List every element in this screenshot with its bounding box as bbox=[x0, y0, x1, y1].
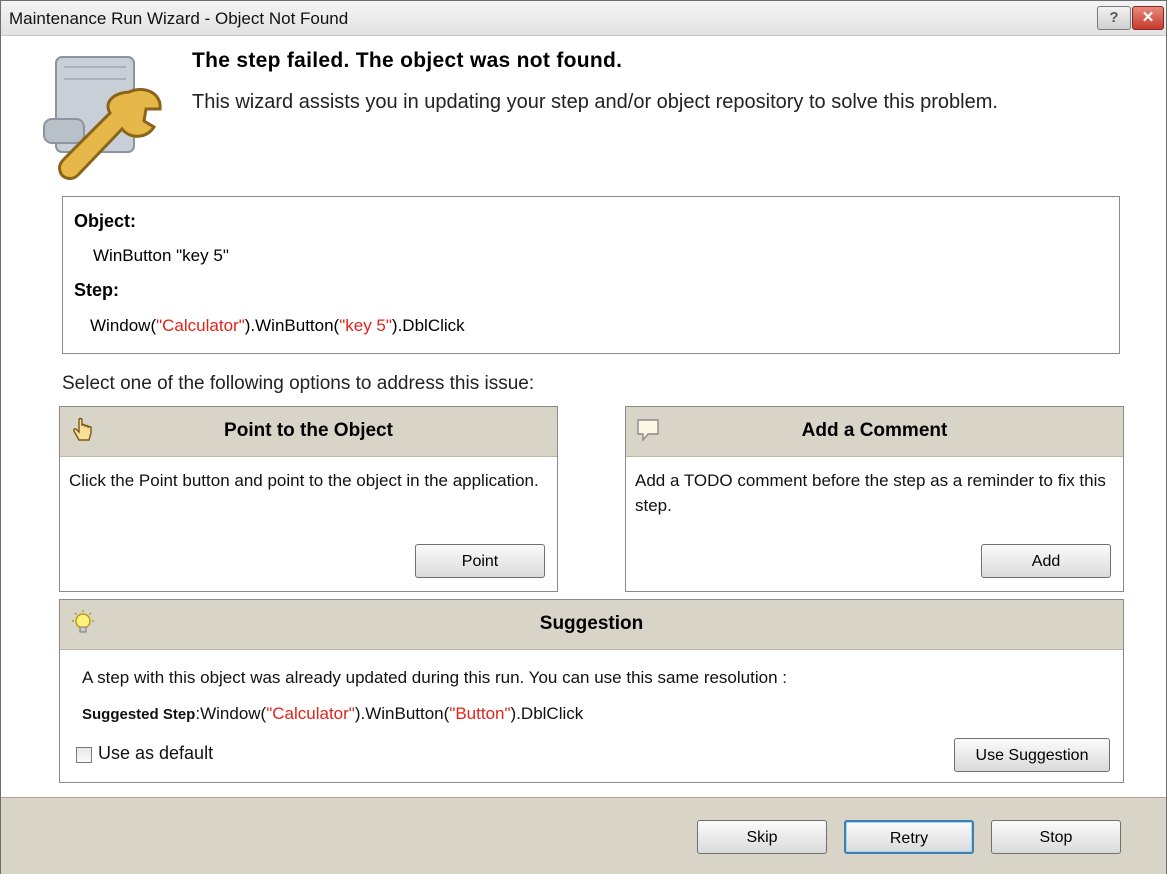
point-panel-title: Point to the Object bbox=[224, 420, 393, 441]
use-as-default-checkbox[interactable] bbox=[76, 747, 92, 763]
use-as-default-label[interactable]: Use as default bbox=[98, 743, 213, 764]
point-panel: Point to the Object Click the Point butt… bbox=[59, 406, 558, 592]
title-bar: Maintenance Run Wizard - Object Not Foun… bbox=[1, 1, 1166, 36]
point-panel-header: Point to the Object bbox=[60, 407, 557, 457]
close-button[interactable]: ✕ bbox=[1132, 6, 1164, 30]
comment-panel: Add a Comment Add a TODO comment before … bbox=[625, 406, 1124, 592]
comment-panel-title: Add a Comment bbox=[801, 420, 948, 441]
step-label: Step: bbox=[74, 280, 119, 300]
suggestion-panel: Suggestion A step with this object was a… bbox=[59, 599, 1124, 783]
add-button[interactable]: Add bbox=[981, 544, 1111, 578]
suggestion-message: A step with this object was already upda… bbox=[82, 668, 787, 687]
suggestion-panel-header: Suggestion bbox=[60, 600, 1123, 650]
suggestion-panel-title: Suggestion bbox=[539, 613, 644, 634]
window-title: Maintenance Run Wizard - Object Not Foun… bbox=[9, 9, 349, 28]
select-prompt: Select one of the following options to a… bbox=[62, 373, 535, 394]
point-panel-text: Click the Point button and point to the … bbox=[69, 471, 539, 490]
help-button[interactable]: ? bbox=[1097, 6, 1131, 30]
suggested-step: Suggested Step:Window("Calculator").WinB… bbox=[82, 704, 584, 723]
object-value: WinButton "key 5" bbox=[93, 246, 229, 265]
header-title: The step failed. The object was not foun… bbox=[192, 49, 623, 72]
wizard-window: Maintenance Run Wizard - Object Not Foun… bbox=[0, 0, 1167, 874]
suggested-step-label: Suggested Step bbox=[82, 706, 196, 723]
object-label: Object: bbox=[74, 211, 137, 231]
comment-panel-text: Add a TODO comment before the step as a … bbox=[635, 471, 1106, 515]
object-info-box: Object: WinButton "key 5" Step: Window("… bbox=[62, 196, 1120, 354]
use-suggestion-button[interactable]: Use Suggestion bbox=[954, 738, 1110, 772]
header-description: This wizard assists you in updating your… bbox=[192, 91, 998, 113]
retry-button[interactable]: Retry bbox=[844, 820, 974, 854]
footer-bar: Skip Retry Stop bbox=[1, 797, 1166, 874]
step-value: Window("Calculator").WinButton("key 5").… bbox=[90, 316, 465, 335]
skip-button[interactable]: Skip bbox=[697, 820, 827, 854]
point-button[interactable]: Point bbox=[415, 544, 545, 578]
comment-panel-header: Add a Comment bbox=[626, 407, 1123, 457]
stop-button[interactable]: Stop bbox=[991, 820, 1121, 854]
wrench-scroll-icon bbox=[43, 56, 162, 180]
